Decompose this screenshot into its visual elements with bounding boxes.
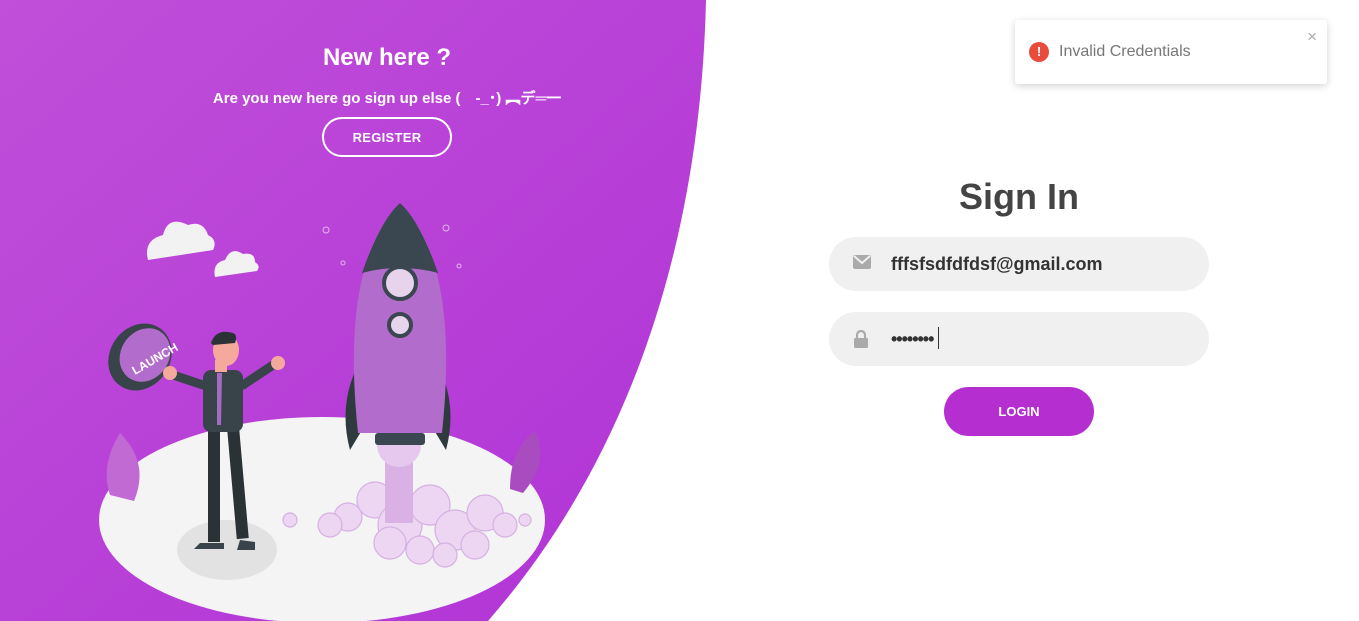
password-field-container[interactable]: •••••••• [829,312,1209,366]
email-field[interactable] [891,249,1191,279]
lock-icon [854,330,868,348]
register-button[interactable]: REGISTER [322,117,452,157]
error-toast: ! Invalid Credentials × [1015,20,1327,84]
login-button[interactable]: LOGIN [944,387,1094,436]
page-title: Sign In [959,176,1079,217]
left-panel: New here ? Are you new here go sign up e… [0,0,700,621]
password-field[interactable]: •••••••• [891,329,934,350]
email-field-container [829,237,1209,291]
close-icon[interactable]: × [1307,28,1317,45]
text-cursor [938,327,939,349]
error-icon: ! [1029,42,1049,62]
panel-title: New here ? [322,44,452,71]
envelope-icon [853,255,871,269]
panel-subtitle: Are you new here go sign up else ( -_･) … [212,90,562,107]
toast-message: Invalid Credentials [1059,43,1191,60]
